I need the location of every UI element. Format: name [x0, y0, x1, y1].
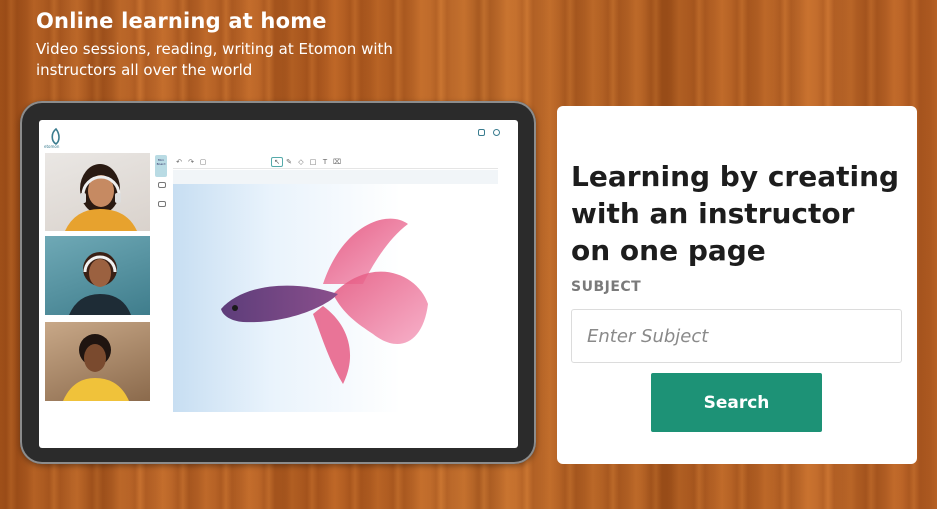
canvas-strip — [173, 170, 498, 184]
hero: Online learning at home Video sessions, … — [36, 8, 416, 81]
pen-icon: ✎ — [286, 157, 292, 166]
search-card-heading: Learning by creating with an instructor … — [571, 160, 900, 267]
shape-icon: □ — [309, 157, 317, 166]
search-card: Learning by creating with an instructor … — [557, 106, 917, 464]
copy-icon: ▢ — [199, 157, 207, 166]
undo-icon: ↶ — [176, 157, 182, 166]
hero-subtitle: Video sessions, reading, writing at Etom… — [36, 40, 393, 79]
mini-board-tool: Mini Board — [155, 155, 167, 177]
tablet-illustration: etomon Mini Board ↶ ↷ ▢ ↖ ✎ ◇ □ T ⌧ — [20, 101, 536, 464]
subject-input[interactable] — [571, 309, 902, 363]
hero-title: Online learning at home — [36, 9, 327, 33]
chat-icon — [493, 129, 500, 136]
cursor-icon: ↖ — [271, 156, 283, 167]
app-logo-text: etomon — [44, 144, 60, 149]
video-tile-2 — [45, 236, 150, 315]
trash-icon: ⌧ — [332, 157, 342, 166]
student-avatar-icon — [63, 334, 129, 401]
student-avatar-icon — [69, 252, 131, 315]
whiteboard-canvas — [173, 184, 498, 412]
whiteboard-toolbar: ↶ ↷ ▢ ↖ ✎ ◇ □ T ⌧ — [173, 155, 498, 169]
betta-fish-icon — [221, 218, 428, 384]
eraser-icon: ◇ — [298, 157, 304, 166]
student-avatar-icon — [65, 164, 137, 231]
video-tile-3 — [45, 322, 150, 401]
folder-icon — [478, 129, 485, 136]
video-tile-1 — [45, 153, 150, 231]
subject-label: SUBJECT — [571, 279, 642, 295]
app-top-icons — [478, 129, 500, 136]
screen-icon — [158, 201, 166, 207]
camera-icon — [158, 182, 166, 188]
search-button[interactable]: Search — [651, 373, 822, 432]
text-icon: T — [322, 157, 328, 166]
redo-icon: ↷ — [188, 157, 194, 166]
tablet-screen: etomon Mini Board ↶ ↷ ▢ ↖ ✎ ◇ □ T ⌧ — [39, 120, 518, 448]
